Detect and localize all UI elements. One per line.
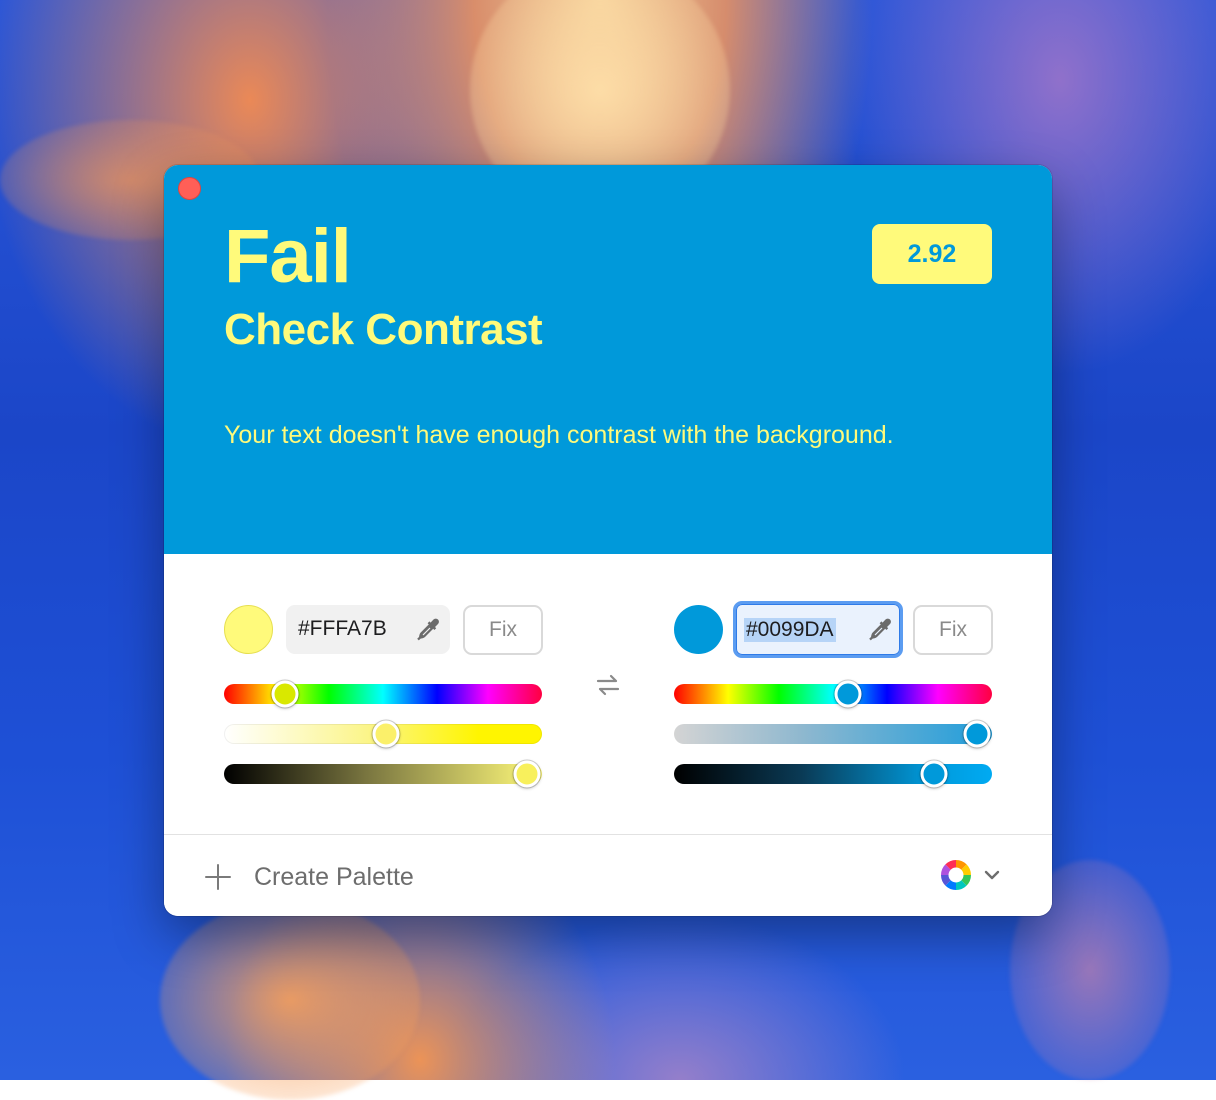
background-saturation-slider[interactable]	[674, 724, 992, 744]
foreground-brightness-slider[interactable]	[224, 764, 542, 784]
contrast-preview: Fail Check Contrast Your text doesn't ha…	[164, 165, 1052, 554]
palette-footer: Create Palette	[164, 834, 1052, 916]
color-wheel-icon	[941, 860, 971, 890]
foreground-fix-button[interactable]: Fix	[463, 605, 543, 655]
background-brightness-handle[interactable]	[920, 760, 948, 788]
foreground-brightness-handle[interactable]	[513, 760, 541, 788]
create-palette-button[interactable]: Create Palette	[204, 857, 414, 897]
palette-menu-button[interactable]	[940, 859, 1002, 891]
background-saturation-handle[interactable]	[963, 720, 991, 748]
plus-icon	[205, 864, 231, 890]
close-button[interactable]	[178, 177, 201, 200]
foreground-hex-field[interactable]: #FFFA7B	[286, 605, 450, 654]
background-hex-field[interactable]: #0099DA	[733, 601, 903, 658]
contrast-checker-window: Fail Check Contrast Your text doesn't ha…	[164, 165, 1052, 916]
eyedropper-icon[interactable]	[866, 616, 894, 644]
eyedropper-icon[interactable]	[414, 616, 442, 644]
preview-title: Check Contrast	[224, 305, 543, 354]
background-hue-slider[interactable]	[674, 684, 992, 704]
background-fix-button[interactable]: Fix	[913, 605, 993, 655]
swap-arrows-icon[interactable]	[594, 671, 622, 699]
background-hex-value: #0099DA	[744, 618, 836, 642]
foreground-saturation-handle[interactable]	[372, 720, 400, 748]
background-swatch[interactable]	[674, 605, 723, 654]
background-hue-handle[interactable]	[834, 680, 862, 708]
contrast-ratio-badge: 2.92	[872, 224, 992, 284]
foreground-hue-handle[interactable]	[271, 680, 299, 708]
create-palette-label: Create Palette	[254, 862, 414, 891]
foreground-swatch[interactable]	[224, 605, 273, 654]
foreground-hex-value: #FFFA7B	[298, 617, 387, 640]
chevron-down-icon	[984, 870, 1000, 880]
verdict-heading: Fail	[224, 214, 352, 299]
contrast-message: Your text doesn't have enough contrast w…	[224, 421, 894, 449]
color-controls: #FFFA7B Fix #0099DA Fix	[164, 554, 1052, 834]
